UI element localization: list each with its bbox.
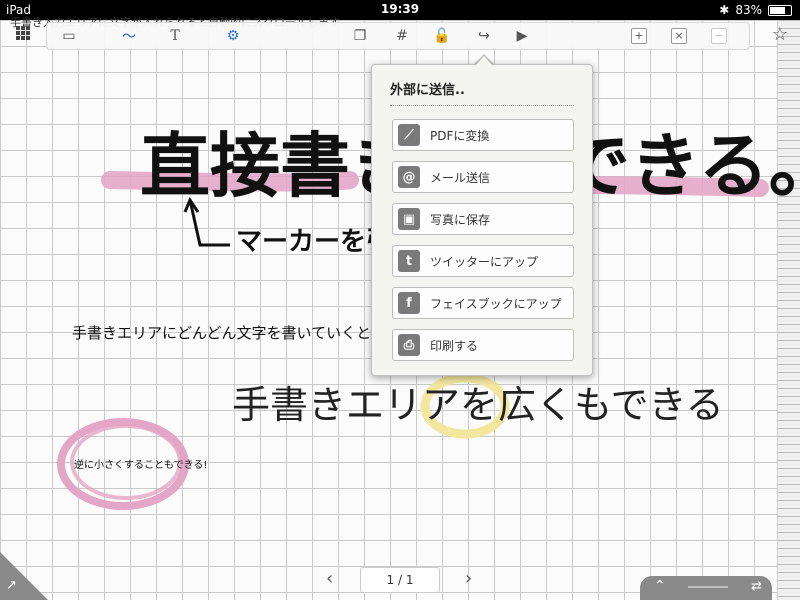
layers-icon[interactable]: ❐ [349, 26, 371, 46]
star-icon[interactable]: ☆ [770, 24, 790, 45]
page-indicator: 1 / 1 [360, 567, 440, 593]
prev-page-chevron-icon[interactable]: ‹ [326, 568, 333, 589]
print-icon: ⎙ [398, 334, 420, 356]
toolbar: ▭ 〜 T ⚙ ❐ # 🔓 ↪ ▶ + × − [46, 22, 750, 50]
twitter-upload-button[interactable]: t ツイッターにアップ [392, 245, 574, 277]
grid-toggle-icon[interactable]: # [391, 26, 413, 46]
twitter-icon: t [398, 250, 420, 272]
marker-note: マーカーを引 [236, 227, 392, 257]
add-page-icon[interactable]: + [629, 26, 649, 46]
popup-arrow-inner [476, 56, 492, 65]
share-popup: 外部に送信.. ⟋ PDFに変換 @ メール送信 ▣ 写真に保存 t ツイッター… [371, 64, 593, 376]
popup-divider [390, 105, 574, 106]
play-icon[interactable]: ▶ [511, 26, 533, 46]
pdf-convert-label: PDFに変換 [430, 128, 490, 143]
next-page-chevron-icon[interactable]: › [465, 568, 472, 589]
circle-note: 逆に小さくすることもできる! [74, 458, 207, 471]
delete-page-icon[interactable]: × [669, 26, 689, 46]
pdf-convert-button[interactable]: ⟋ PDFに変換 [392, 119, 574, 151]
facebook-upload-label: フェイスブックにアップ [430, 296, 562, 311]
print-label: 印刷する [430, 338, 479, 353]
photo-icon: ▣ [398, 208, 420, 230]
save-photo-button[interactable]: ▣ 写真に保存 [392, 203, 574, 235]
chevron-up-icon[interactable]: ⌃ [654, 578, 666, 594]
drag-handle-icon [688, 586, 728, 588]
facebook-upload-button[interactable]: f フェイスブックにアップ [392, 287, 574, 319]
facebook-icon: f [398, 292, 420, 314]
twitter-upload-label: ツイッターにアップ [430, 254, 539, 269]
print-button[interactable]: ⎙ 印刷する [392, 329, 574, 361]
share-icon[interactable]: ↪ [471, 26, 497, 46]
gear-icon[interactable]: ⚙ [223, 26, 243, 46]
handwrite-large-text: 手書きエリアを広くもできる [232, 383, 724, 427]
swap-icon[interactable]: ⇄ [751, 579, 762, 594]
minus-page-icon[interactable]: − [709, 26, 729, 46]
text-icon[interactable]: T [165, 26, 185, 46]
mail-send-button[interactable]: @ メール送信 [392, 161, 574, 193]
grid-menu-icon[interactable] [16, 26, 30, 40]
mail-icon: @ [398, 166, 420, 188]
popup-title: 外部に送信.. [390, 83, 465, 98]
pdf-icon: ⟋ [398, 124, 420, 146]
keyboard-icon[interactable]: ▭ [57, 26, 81, 46]
mail-send-label: メール送信 [430, 170, 491, 185]
lock-icon[interactable]: 🔓 [431, 26, 453, 46]
pen-icon[interactable]: 〜 [119, 26, 139, 46]
resize-arrow-icon: ↗ [6, 578, 17, 593]
save-photo-label: 写真に保存 [430, 212, 491, 227]
bottom-panel-handle[interactable]: ⌃ ⇄ [640, 576, 772, 600]
